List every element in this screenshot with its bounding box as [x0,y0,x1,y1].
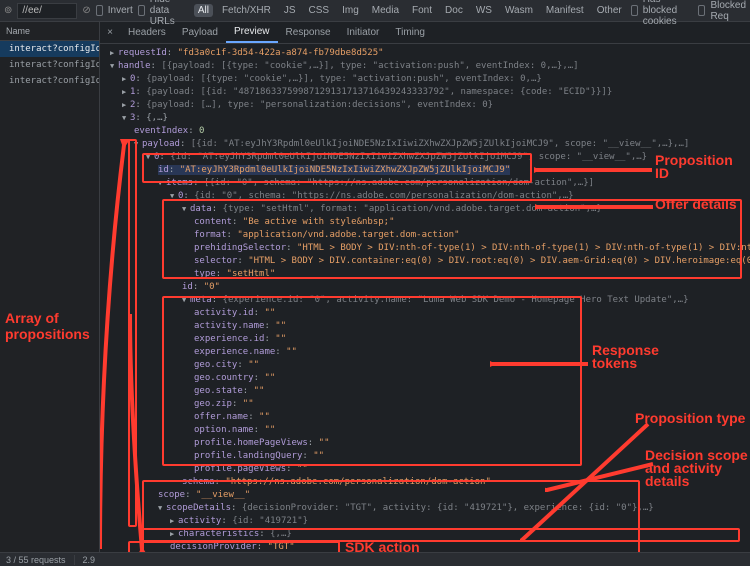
data-content: Be active with style&nbsp; [248,217,389,227]
event-index: 0 [199,126,204,136]
close-detail-button[interactable]: × [100,27,120,38]
data-selector: HTML > BODY > DIV.container:eq(0) > DIV.… [254,256,750,266]
request-id: fd3a0c1f-3d54-422a-a874-fb79dbe8d525 [183,48,378,58]
type-img[interactable]: Img [338,4,363,17]
type-media[interactable]: Media [368,4,403,17]
invert-label: Invert [108,5,133,16]
handle-1: {payload: [{id: "48718633759987129131713… [146,87,612,97]
sd-characteristics: {,…} [270,529,292,539]
expand-icon[interactable] [170,515,178,528]
data-preview: {type: "setHtml", format: "application/v… [223,204,602,214]
request-name: interact?configId… [9,76,99,86]
hide-data-urls-checkbox[interactable] [138,5,145,16]
blocked-cookies-checkbox[interactable] [631,5,638,16]
type-ws[interactable]: WS [472,4,496,17]
proposition-0: {id: "AT:eyJhY3Rpdml0eUlkIjoiNDE5NzIxIiw… [170,152,647,162]
tab-timing[interactable]: Timing [387,23,433,42]
expand-icon[interactable] [170,190,178,203]
expand-icon[interactable] [122,86,130,99]
type-all[interactable]: All [194,4,213,17]
blocked-req-checkbox[interactable] [698,5,705,16]
expand-icon[interactable] [146,151,154,164]
tab-preview[interactable]: Preview [226,22,278,43]
invert-checkbox[interactable] [96,5,103,16]
expand-icon[interactable] [122,112,130,125]
regex-icon[interactable]: ⊘ [82,5,90,16]
tab-response[interactable]: Response [278,23,339,42]
expand-icon[interactable] [182,203,190,216]
expand-icon[interactable] [182,294,190,307]
handle-preview: [{payload: [{type: "cookie",…}], type: "… [161,61,578,71]
request-item[interactable]: interact?configId… [0,57,99,73]
tab-payload[interactable]: Payload [174,23,226,42]
data-format: application/vnd.adobe.target.dom-action [243,230,454,240]
schema: https://ns.adobe.com/personalization/dom… [231,477,486,487]
filter-icon: ⊚ [4,5,12,16]
detail-tabs: × Headers Payload Preview Response Initi… [100,22,750,44]
type-manifest[interactable]: Manifest [542,4,588,17]
divider [74,555,75,565]
expand-icon[interactable] [158,177,166,190]
expand-icon[interactable] [110,47,118,60]
expand-icon[interactable] [170,528,178,541]
type-font[interactable]: Font [408,4,436,17]
expand-icon[interactable] [110,60,118,73]
sd-activity: {id: "419721"} [232,516,308,526]
scope-details: {decisionProvider: "TGT", activity: {id:… [242,503,654,513]
status-size: 2.9 [83,555,96,565]
main-area: Name interact?configId… interact?configI… [0,22,750,552]
request-name: interact?configId… [9,44,99,54]
type-js[interactable]: JS [280,4,300,17]
network-toolbar: ⊚ ⊘ Invert Hide data URLs All Fetch/XHR … [0,0,750,22]
type-other[interactable]: Other [593,4,626,17]
item-id: 0 [209,282,214,292]
handle-2: {payload: […], type: "personalization:de… [146,100,493,110]
expand-icon[interactable] [122,73,130,86]
blocked-req-label: Blocked Req [710,0,746,22]
expand-icon[interactable] [122,99,130,112]
data-type: setHtml [232,269,270,279]
request-list: Name interact?configId… interact?configI… [0,22,100,552]
filter-input[interactable] [17,3,77,19]
meta-preview: {experience.id: "0", activity.name: "Lum… [223,295,689,305]
type-doc[interactable]: Doc [441,4,467,17]
request-item[interactable]: interact?configId… [0,73,99,89]
handle-0: {payload: [{type: "cookie",…}], type: "a… [146,74,542,84]
item-0: {id: "0", schema: "https://ns.adobe.com/… [194,191,573,201]
request-name: interact?configId… [9,60,99,70]
tab-headers[interactable]: Headers [120,23,174,42]
request-list-header: Name [0,22,99,41]
sd-decisionprovider: TGT [273,542,289,552]
scope: __view__ [201,490,244,500]
json-preview[interactable]: requestId: "fd3a0c1f-3d54-422a-a874-fb79… [100,44,750,552]
status-bar: 3 / 55 requests 2.9 [0,552,750,566]
expand-icon[interactable] [158,502,166,515]
type-css[interactable]: CSS [305,4,334,17]
tab-initiator[interactable]: Initiator [339,23,388,42]
status-count: 3 / 55 requests [6,555,66,565]
type-wasm[interactable]: Wasm [501,4,537,17]
type-fetchxhr[interactable]: Fetch/XHR [218,4,275,17]
proposition-id: AT:eyJhY3Rpdml0eUlkIjoiNDE5NzIxIiwiZXhwZ… [185,165,505,175]
request-item[interactable]: interact?configId… [0,41,99,57]
expand-icon[interactable] [134,138,142,151]
items-preview: [{id: "0", schema: "https://ns.adobe.com… [204,178,594,188]
data-prehiding: HTML > BODY > DIV:nth-of-type(1) > DIV:n… [302,243,750,253]
detail-pane: × Headers Payload Preview Response Initi… [100,22,750,552]
payload-preview: [{id: "AT:eyJhY3Rpdml0eUlkIjoiNDE5NzIxIi… [191,139,690,149]
